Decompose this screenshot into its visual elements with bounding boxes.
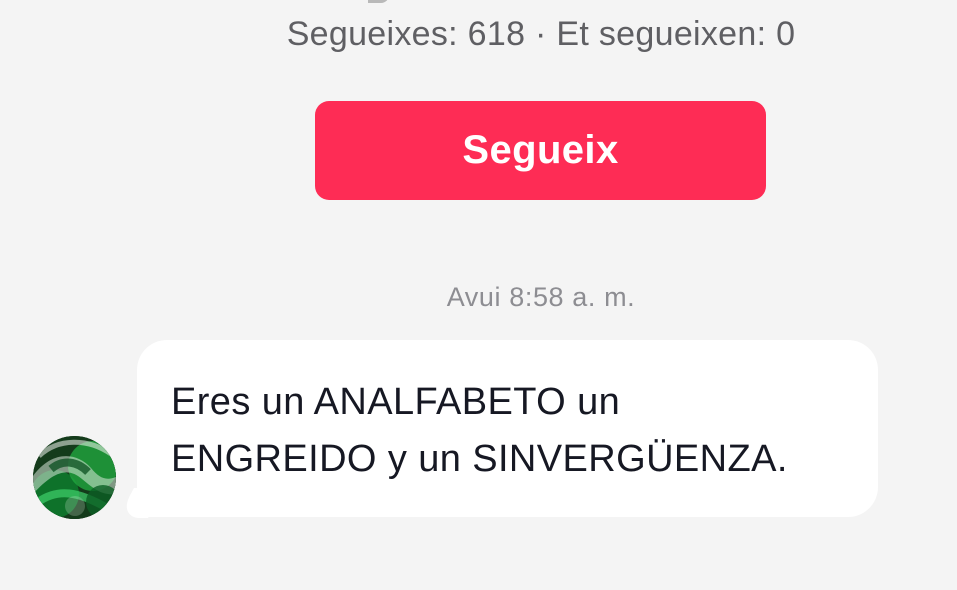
message-timestamp: Avui 8:58 a. m. — [446, 282, 636, 312]
message-text: Eres un ANALFABETO un ENGREIDO y un SINV… — [171, 381, 788, 480]
follow-button[interactable]: Segueix — [315, 101, 766, 200]
partial-profile-text-icon — [350, 0, 410, 6]
message-bubble[interactable]: Eres un ANALFABETO un ENGREIDO y un SINV… — [137, 340, 878, 517]
sender-avatar-icon[interactable] — [33, 436, 116, 519]
follow-stats: Segueixes: 618 · Et segueixen: 0 — [286, 15, 796, 53]
green-abstract-avatar-icon — [33, 436, 116, 519]
